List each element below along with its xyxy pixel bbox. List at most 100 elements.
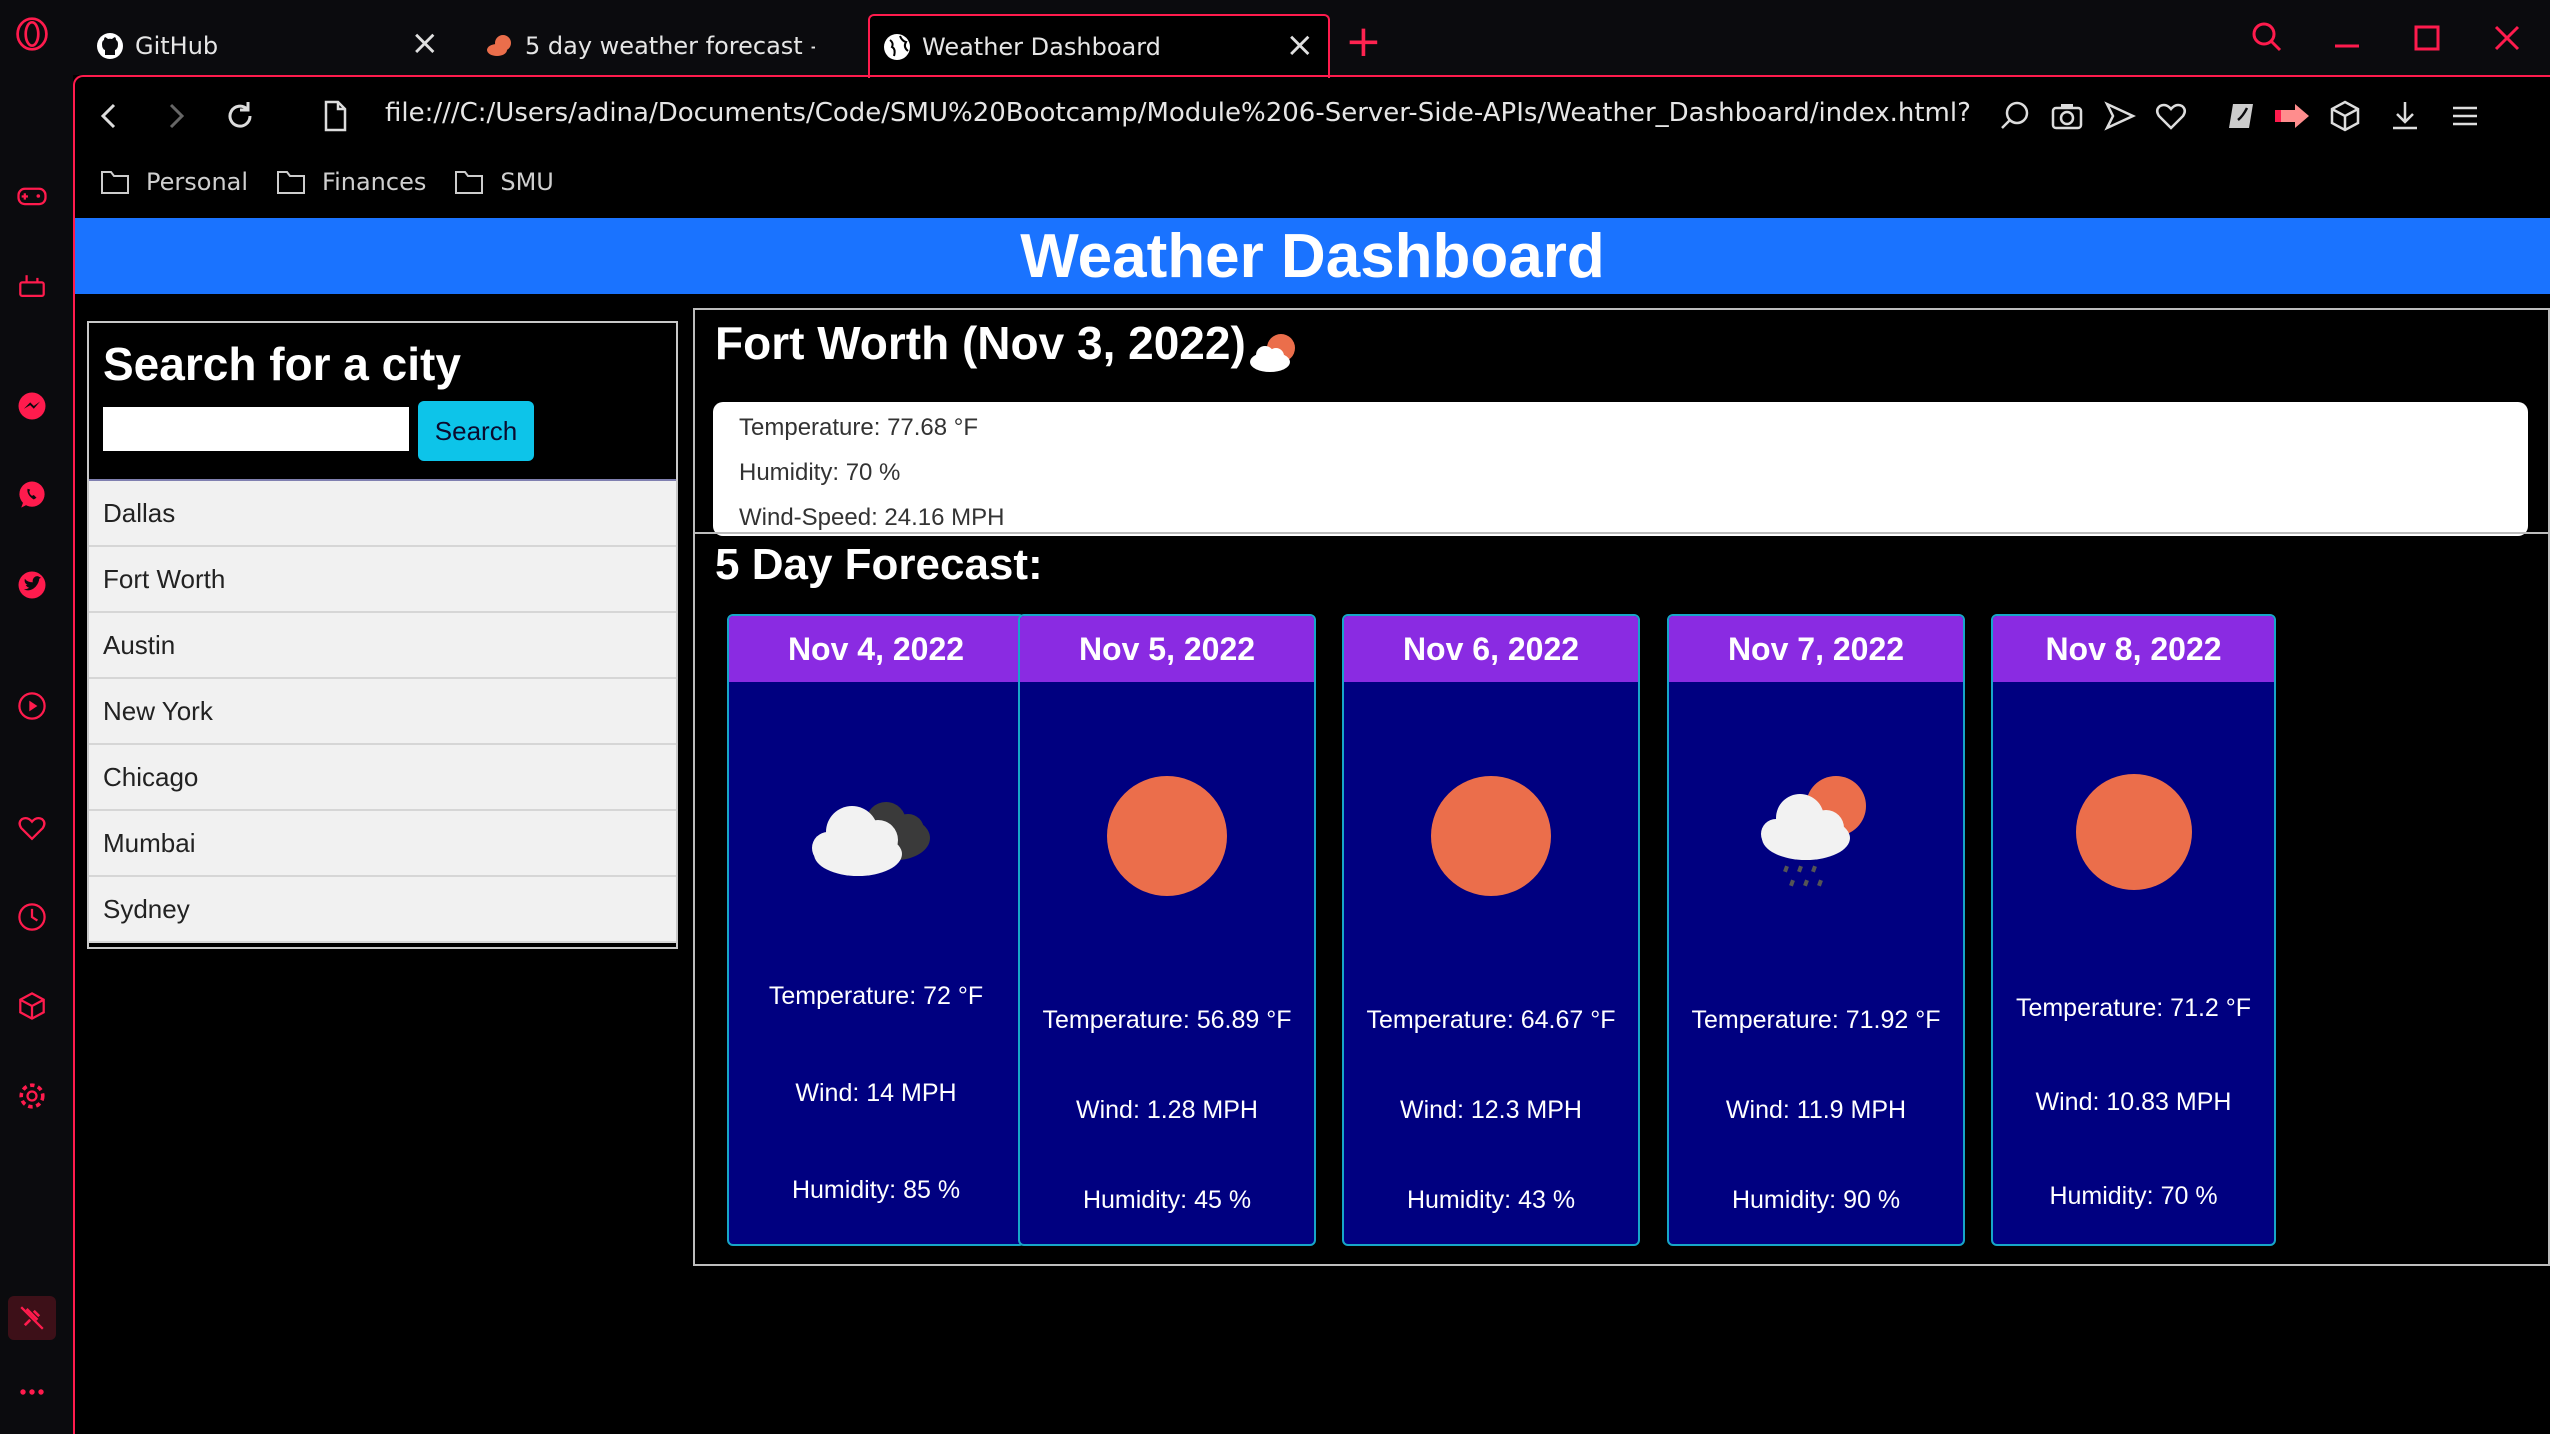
forecast-humidity: Humidity: 70 % <box>2049 1182 2218 1210</box>
forecast-panel: 5 Day Forecast: Nov 4, 2022 Temperature:… <box>693 532 2550 1266</box>
city-item-austin[interactable]: Austin <box>89 613 676 679</box>
forecast-date: Nov 5, 2022 <box>1020 616 1314 682</box>
folder-icon <box>277 171 306 194</box>
sun-icon <box>2075 774 2192 890</box>
city-item-fort-worth[interactable]: Fort Worth <box>89 547 676 613</box>
bookmark-label: Finances <box>322 168 427 196</box>
city-item-sydney[interactable]: Sydney <box>89 877 676 943</box>
close-tab-icon[interactable]: × <box>411 26 440 60</box>
vpn-shield-icon[interactable] <box>2221 96 2261 136</box>
page-title: Weather Dashboard <box>1020 221 1605 291</box>
current-humidity: Humidity: 70 % <box>739 459 901 486</box>
find-in-page-icon[interactable] <box>1995 96 2035 136</box>
tab-weather-forecast[interactable]: 5 day weather forecast - Op × <box>473 14 928 78</box>
snapshot-camera-icon[interactable] <box>2047 96 2087 136</box>
current-city-title: Fort Worth (Nov 3, 2022) <box>715 317 1246 369</box>
url-field[interactable]: file:///C:/Users/adina/Documents/Code/SM… <box>385 98 1971 128</box>
broken-clouds-icon <box>812 802 930 876</box>
player-icon[interactable] <box>12 686 52 726</box>
new-tab-icon[interactable]: + <box>1345 20 1382 64</box>
bookmark-folder-personal[interactable]: Personal <box>100 168 248 196</box>
page-file-icon <box>315 96 355 136</box>
close-tab-icon[interactable]: × <box>1286 28 1315 62</box>
forecast-date: Nov 8, 2022 <box>1993 616 2274 682</box>
bookmark-label: Personal <box>146 168 249 196</box>
sun-icon <box>1107 776 1227 896</box>
bookmark-folder-smu[interactable]: SMU <box>454 168 554 196</box>
tab-strip: GitHub × 5 day weather forecast - Op × W… <box>73 0 2550 78</box>
forecast-card: Nov 5, 2022 Temperature: 56.89 °F Wind: … <box>1018 614 1316 1246</box>
reload-icon[interactable] <box>220 96 260 136</box>
messenger-icon[interactable] <box>12 386 52 426</box>
extensions-cube-icon[interactable] <box>12 986 52 1026</box>
forecast-wind: Wind: 1.28 MPH <box>1075 1096 1258 1124</box>
settings-gear-icon[interactable] <box>12 1076 52 1116</box>
send-icon[interactable] <box>2099 96 2139 136</box>
city-item-new-york[interactable]: New York <box>89 679 676 745</box>
tab-weather-dashboard[interactable]: Weather Dashboard × <box>868 14 1330 78</box>
current-temperature: Temperature: 77.68 °F <box>739 414 979 441</box>
tab-github[interactable]: GitHub × <box>83 14 453 78</box>
forecast-date: Nov 7, 2022 <box>1669 616 1963 682</box>
history-icon[interactable] <box>12 897 52 937</box>
forecast-card: Nov 4, 2022 Temperature: 72 °F Wind: 14 … <box>727 614 1025 1246</box>
opera-sidebar <box>0 0 73 1434</box>
bookmarks-bar: Personal Finances SMU <box>100 162 582 202</box>
forecast-temperature: Temperature: 71.92 °F <box>1691 1006 1941 1034</box>
gx-control-icon[interactable] <box>12 266 52 306</box>
extensions-icon[interactable] <box>2325 96 2365 136</box>
current-weather-card: Temperature: 77.68 °F Humidity: 70 % Win… <box>713 402 2528 536</box>
forecast-heading: 5 Day Forecast: <box>715 540 1043 589</box>
weather-favicon <box>485 31 515 61</box>
forecast-wind: Wind: 11.9 MPH <box>1725 1096 1907 1124</box>
search-panel: Search for a city Search Dallas Fort Wor… <box>87 321 678 949</box>
forward-icon[interactable] <box>155 96 195 136</box>
forecast-humidity: Humidity: 90 % <box>1731 1186 1901 1214</box>
bookmark-heart-icon[interactable] <box>2151 96 2191 136</box>
search-tabs-icon[interactable] <box>2247 18 2287 58</box>
back-icon[interactable] <box>90 96 130 136</box>
heart-icon[interactable] <box>12 808 52 848</box>
forecast-humidity: Humidity: 43 % <box>1406 1186 1576 1214</box>
whatsapp-icon[interactable] <box>12 475 52 515</box>
search-heading: Search for a city <box>103 338 461 390</box>
twitter-icon[interactable] <box>12 565 52 605</box>
share-arrow-icon[interactable] <box>2273 96 2313 136</box>
tab-title: 5 day weather forecast - Op <box>525 32 815 60</box>
more-dots-icon[interactable] <box>12 1372 52 1412</box>
forecast-humidity: Humidity: 85 % <box>791 1176 961 1204</box>
forecast-date: Nov 6, 2022 <box>1344 616 1638 682</box>
folder-icon <box>455 171 484 194</box>
address-bar: file:///C:/Users/adina/Documents/Code/SM… <box>75 80 2550 152</box>
folder-icon <box>101 171 129 194</box>
maximize-icon[interactable] <box>2407 18 2447 58</box>
city-search-input[interactable] <box>103 407 409 451</box>
download-icon[interactable] <box>2385 96 2425 136</box>
city-item-mumbai[interactable]: Mumbai <box>89 811 676 877</box>
pin-off-icon[interactable] <box>8 1296 56 1340</box>
forecast-humidity: Humidity: 45 % <box>1082 1186 1252 1214</box>
rain-sun-icon <box>1761 776 1866 887</box>
forecast-temperature: Temperature: 71.2 °F <box>2015 994 2252 1022</box>
city-history-list: Dallas Fort Worth Austin New York Chicag… <box>89 479 676 943</box>
forecast-temperature: Temperature: 56.89 °F <box>1042 1006 1292 1034</box>
github-icon <box>95 31 125 61</box>
forecast-temperature: Temperature: 64.67 °F <box>1366 1006 1616 1034</box>
search-button[interactable]: Search <box>418 401 534 461</box>
city-item-chicago[interactable]: Chicago <box>89 745 676 811</box>
forecast-wind: Wind: 14 MPH <box>795 1079 957 1107</box>
gamepad-icon[interactable] <box>12 176 52 216</box>
close-window-icon[interactable] <box>2487 18 2527 58</box>
cloud-sun-icon <box>1250 334 1295 372</box>
opera-logo-icon[interactable] <box>12 14 52 54</box>
minimize-icon[interactable] <box>2327 18 2367 58</box>
forecast-card: Nov 7, 2022 Temperature: 71.92 °F Wind: … <box>1667 614 1965 1246</box>
forecast-wind: Wind: 12.3 MPH <box>1399 1096 1582 1124</box>
tab-title: Weather Dashboard <box>922 33 1161 61</box>
forecast-card: Nov 8, 2022 Temperature: 71.2 °F Wind: 1… <box>1991 614 2276 1246</box>
easy-setup-menu-icon[interactable] <box>2445 96 2485 136</box>
sun-icon <box>1431 776 1551 896</box>
globe-icon <box>882 32 912 62</box>
city-item-dallas[interactable]: Dallas <box>89 481 676 547</box>
bookmark-folder-finances[interactable]: Finances <box>276 168 426 196</box>
